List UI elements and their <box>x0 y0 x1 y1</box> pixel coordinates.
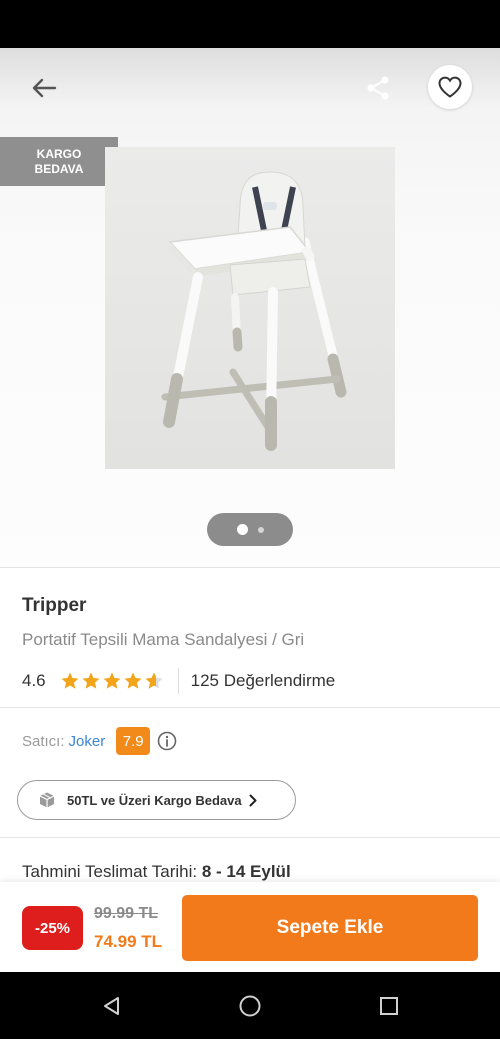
pager-dot-active[interactable] <box>236 524 248 535</box>
heart-icon <box>438 76 462 98</box>
shipping-promo-button[interactable]: 50TL ve Üzeri Kargo Bedava <box>17 780 296 820</box>
badge-line-2: BEDAVA <box>34 161 84 176</box>
share-icon <box>367 76 389 100</box>
review-count-link[interactable]: 125 Değerlendirme <box>191 671 336 691</box>
system-home-button[interactable] <box>236 992 264 1020</box>
pager-dot[interactable] <box>257 526 264 533</box>
star-icon <box>82 672 100 689</box>
star-icon <box>61 672 79 689</box>
status-bar <box>0 0 500 48</box>
share-button[interactable] <box>358 68 398 108</box>
section-divider <box>0 837 500 838</box>
back-button[interactable] <box>24 70 64 106</box>
estimated-delivery: Tahmini Teslimat Tarihi: 8 - 14 Eylül <box>22 862 291 882</box>
system-back-button[interactable] <box>98 992 126 1020</box>
info-icon[interactable] <box>156 730 178 752</box>
system-navigation-bar <box>0 972 500 1039</box>
high-chair-illustration <box>161 171 347 451</box>
star-icon <box>103 672 121 689</box>
purchase-bar: -25% 99.99 TL 74.99 TL Sepete Ekle <box>0 882 500 972</box>
chevron-right-icon <box>249 794 257 806</box>
discount-badge: -25% <box>22 906 83 950</box>
favorite-button[interactable] <box>428 65 472 109</box>
rating-divider <box>177 668 179 694</box>
seller-name-link[interactable]: Joker <box>69 733 106 750</box>
star-rating <box>60 671 164 691</box>
old-price: 99.99 TL <box>94 905 159 922</box>
star-half-icon <box>145 672 163 689</box>
system-recents-button[interactable] <box>375 992 403 1020</box>
free-shipping-badge: KARGO BEDAVA <box>0 137 118 186</box>
gallery-pager[interactable] <box>207 513 293 546</box>
seller-score-badge: 7.9 <box>116 727 151 755</box>
triangle-back-icon <box>104 997 119 1015</box>
star-icon <box>124 672 142 689</box>
delivery-label: Tahmini Teslimat Tarihi: <box>22 862 198 881</box>
delivery-date: 8 - 14 Eylül <box>201 862 291 881</box>
rating-value: 4.6 <box>22 671 46 690</box>
package-box-icon <box>39 792 55 808</box>
current-price: 74.99 TL <box>94 932 163 951</box>
gallery-divider <box>0 567 500 568</box>
circle-home-icon <box>239 995 261 1017</box>
product-image[interactable] <box>105 147 395 469</box>
product-brand[interactable]: Tripper <box>22 595 86 617</box>
shipping-promo-label: 50TL ve Üzeri Kargo Bedava <box>67 792 242 808</box>
section-divider <box>0 707 500 708</box>
arrow-left-icon <box>32 78 57 98</box>
add-to-cart-button[interactable]: Sepete Ekle <box>182 895 478 961</box>
seller-row: Satıcı: Joker 7.9 <box>22 727 178 755</box>
square-recents-icon <box>380 997 398 1015</box>
seller-label: Satıcı: <box>22 732 65 750</box>
product-title: Portatif Tepsili Mama Sandalyesi / Gri <box>22 630 305 649</box>
rating-row[interactable]: 4.6 125 Değerlendirme <box>22 668 335 694</box>
badge-line-1: KARGO <box>36 146 82 161</box>
